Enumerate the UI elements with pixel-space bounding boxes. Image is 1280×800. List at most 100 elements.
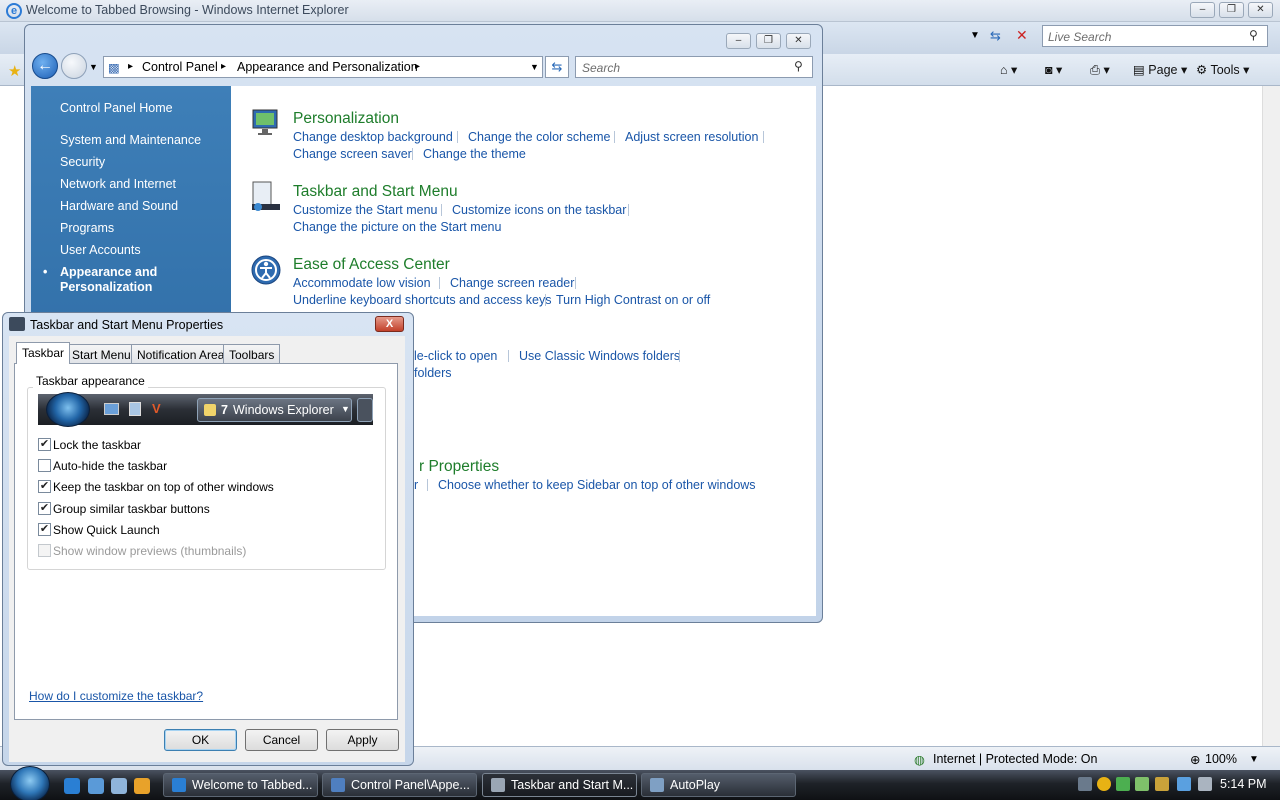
link-change-desktop-background[interactable]: Change desktop background [293, 130, 453, 144]
category-sidebar-properties[interactable]: r Properties [419, 458, 499, 476]
back-button[interactable]: ← [32, 53, 58, 79]
tools-menu[interactable]: ⚙ Tools ▾ [1196, 62, 1249, 77]
sidebar-item-system[interactable]: System and Maintenance [60, 133, 201, 147]
link-customize-start-menu[interactable]: Customize the Start menu [293, 203, 438, 217]
cp-refresh-icon[interactable]: ⇆ [545, 56, 569, 78]
tray-app-icon[interactable] [1116, 777, 1130, 791]
app-quicklaunch-icon: V [152, 401, 161, 416]
keep-on-top-label: Keep the taskbar on top of other windows [53, 480, 274, 494]
tab-taskbar[interactable]: Taskbar [16, 342, 71, 364]
task-button-autoplay[interactable]: AutoPlay [641, 773, 796, 797]
task-button-taskbar-properties[interactable]: Taskbar and Start M... [482, 773, 637, 797]
sidebar-item-security[interactable]: Security [60, 155, 105, 169]
link-accommodate-low-vision[interactable]: Accommodate low vision [293, 276, 431, 290]
auto-hide-checkbox[interactable] [38, 459, 51, 472]
live-search-input[interactable]: Live Search ⚲ [1042, 25, 1268, 47]
forward-button[interactable] [61, 53, 87, 79]
ie-title-bar[interactable]: e Welcome to Tabbed Browsing - Windows I… [0, 0, 1280, 22]
close-button[interactable]: ✕ [1248, 2, 1273, 18]
ie-scrollbar[interactable] [1262, 86, 1280, 746]
switch-windows-quicklaunch-icon[interactable] [111, 778, 127, 794]
address-dropdown-icon[interactable]: ▼ [970, 30, 980, 41]
home-icon[interactable]: ⌂ ▾ [1000, 62, 1017, 77]
minimize-button[interactable]: – [1190, 2, 1215, 18]
address-history-dropdown-icon[interactable]: ▼ [530, 62, 539, 72]
category-taskbar-start-menu[interactable]: Taskbar and Start Menu [293, 183, 458, 201]
stop-icon[interactable]: ✕ [1016, 27, 1028, 44]
ie-quicklaunch-icon[interactable] [64, 778, 80, 794]
apply-button[interactable]: Apply [326, 729, 399, 751]
lock-taskbar-checkbox[interactable]: ✔ [38, 438, 51, 451]
cp-maximize-button[interactable]: ❐ [756, 33, 781, 49]
cp-close-button[interactable]: ✕ [786, 33, 811, 49]
zoom-level[interactable]: 100% [1205, 752, 1237, 766]
link-change-theme[interactable]: Change the theme [423, 147, 526, 161]
keep-on-top-checkbox[interactable]: ✔ [38, 480, 51, 493]
link-underline-keyboard-shortcuts[interactable]: Underline keyboard shortcuts and access … [293, 293, 551, 307]
sidebar-item-network[interactable]: Network and Internet [60, 177, 176, 191]
volume-icon[interactable] [1198, 777, 1212, 791]
feeds-icon[interactable]: ◙ ▾ [1045, 62, 1062, 77]
link-single-double-click[interactable]: le-click to open [414, 349, 497, 363]
print-icon[interactable]: ⎙ ▾ [1090, 62, 1110, 78]
media-quicklaunch-icon[interactable] [134, 778, 150, 794]
quick-launch-checkbox[interactable]: ✔ [38, 523, 51, 536]
link-change-start-menu-picture[interactable]: Change the picture on the Start menu [293, 220, 501, 234]
dialog-close-button[interactable]: X [375, 316, 404, 332]
zoom-dropdown-icon[interactable]: ▼ [1249, 754, 1259, 765]
quick-launch-label: Show Quick Launch [53, 523, 160, 537]
control-panel-icon [331, 778, 345, 792]
tab-notification-area[interactable]: Notification Area [131, 344, 231, 363]
search-icon[interactable]: ⚲ [794, 59, 803, 73]
link-adjust-screen-resolution[interactable]: Adjust screen resolution [625, 130, 758, 144]
favorites-star-icon[interactable]: ★ [8, 62, 21, 80]
network-icon[interactable] [1177, 777, 1191, 791]
ease-of-access-icon[interactable] [250, 254, 282, 286]
tray-device-icon[interactable] [1078, 777, 1092, 791]
personalization-icon[interactable] [250, 106, 282, 138]
sidebar-item-appearance-line2[interactable]: Personalization [60, 280, 152, 294]
category-ease-of-access[interactable]: Ease of Access Center [293, 256, 450, 274]
cancel-button[interactable]: Cancel [245, 729, 318, 751]
task-button-control-panel[interactable]: Control Panel\Appe... [322, 773, 477, 797]
help-link[interactable]: How do I customize the taskbar? [29, 689, 203, 703]
task-button-ie[interactable]: Welcome to Tabbed... [163, 773, 318, 797]
clock[interactable]: 5:14 PM [1220, 777, 1267, 791]
start-button[interactable] [10, 766, 50, 800]
sidebar-item-programs[interactable]: Programs [60, 221, 114, 235]
sidebar-item-hardware[interactable]: Hardware and Sound [60, 199, 178, 213]
sidebar-item-home[interactable]: Control Panel Home [60, 101, 173, 115]
maximize-button[interactable]: ❐ [1219, 2, 1244, 18]
link-sidebar-on-top[interactable]: Choose whether to keep Sidebar on top of… [438, 478, 756, 492]
page-menu[interactable]: ▤ Page ▾ [1133, 62, 1187, 77]
sidebar-item-appearance[interactable]: Appearance and [60, 265, 157, 279]
link-customize-taskbar-icons[interactable]: Customize icons on the taskbar [452, 203, 626, 217]
link-change-screen-reader[interactable]: Change screen reader [450, 276, 574, 290]
breadcrumb-control-panel[interactable]: Control Panel [142, 60, 218, 74]
link-classic-windows-folders[interactable]: Use Classic Windows folders [519, 349, 680, 363]
tray-update-icon[interactable] [1135, 777, 1149, 791]
link-sidebar-fragment[interactable]: r [414, 478, 418, 492]
tab-start-menu[interactable]: Start Menu [66, 344, 137, 363]
security-shield-icon[interactable] [1097, 777, 1111, 791]
cp-minimize-button[interactable]: – [726, 33, 751, 49]
link-change-color-scheme[interactable]: Change the color scheme [468, 130, 610, 144]
recent-pages-dropdown-icon[interactable]: ▼ [89, 62, 98, 72]
tab-toolbars[interactable]: Toolbars [223, 344, 281, 363]
link-folders-fragment[interactable]: folders [414, 366, 452, 380]
breadcrumb-appearance[interactable]: Appearance and Personalization [237, 60, 418, 74]
refresh-icon[interactable]: ⇆ [990, 28, 1001, 44]
taskbar-start-menu-icon[interactable] [250, 180, 282, 212]
category-personalization[interactable]: Personalization [293, 110, 399, 128]
cp-address-bar[interactable]: ▩ ▸ Control Panel ▸ Appearance and Perso… [103, 56, 543, 78]
search-icon[interactable]: ⚲ [1249, 28, 1258, 42]
cp-search-input[interactable]: Search ⚲ [575, 56, 813, 78]
tray-notification-icon[interactable] [1155, 777, 1169, 791]
group-buttons-checkbox[interactable]: ✔ [38, 502, 51, 515]
sidebar-item-user-accounts[interactable]: User Accounts [60, 243, 141, 257]
link-high-contrast[interactable]: Turn High Contrast on or off [556, 293, 710, 307]
link-change-screen-saver[interactable]: Change screen saver [293, 147, 412, 161]
ok-button[interactable]: OK [164, 729, 237, 751]
show-desktop-quicklaunch-icon[interactable] [88, 778, 104, 794]
security-zone[interactable]: Internet | Protected Mode: On [933, 752, 1097, 766]
